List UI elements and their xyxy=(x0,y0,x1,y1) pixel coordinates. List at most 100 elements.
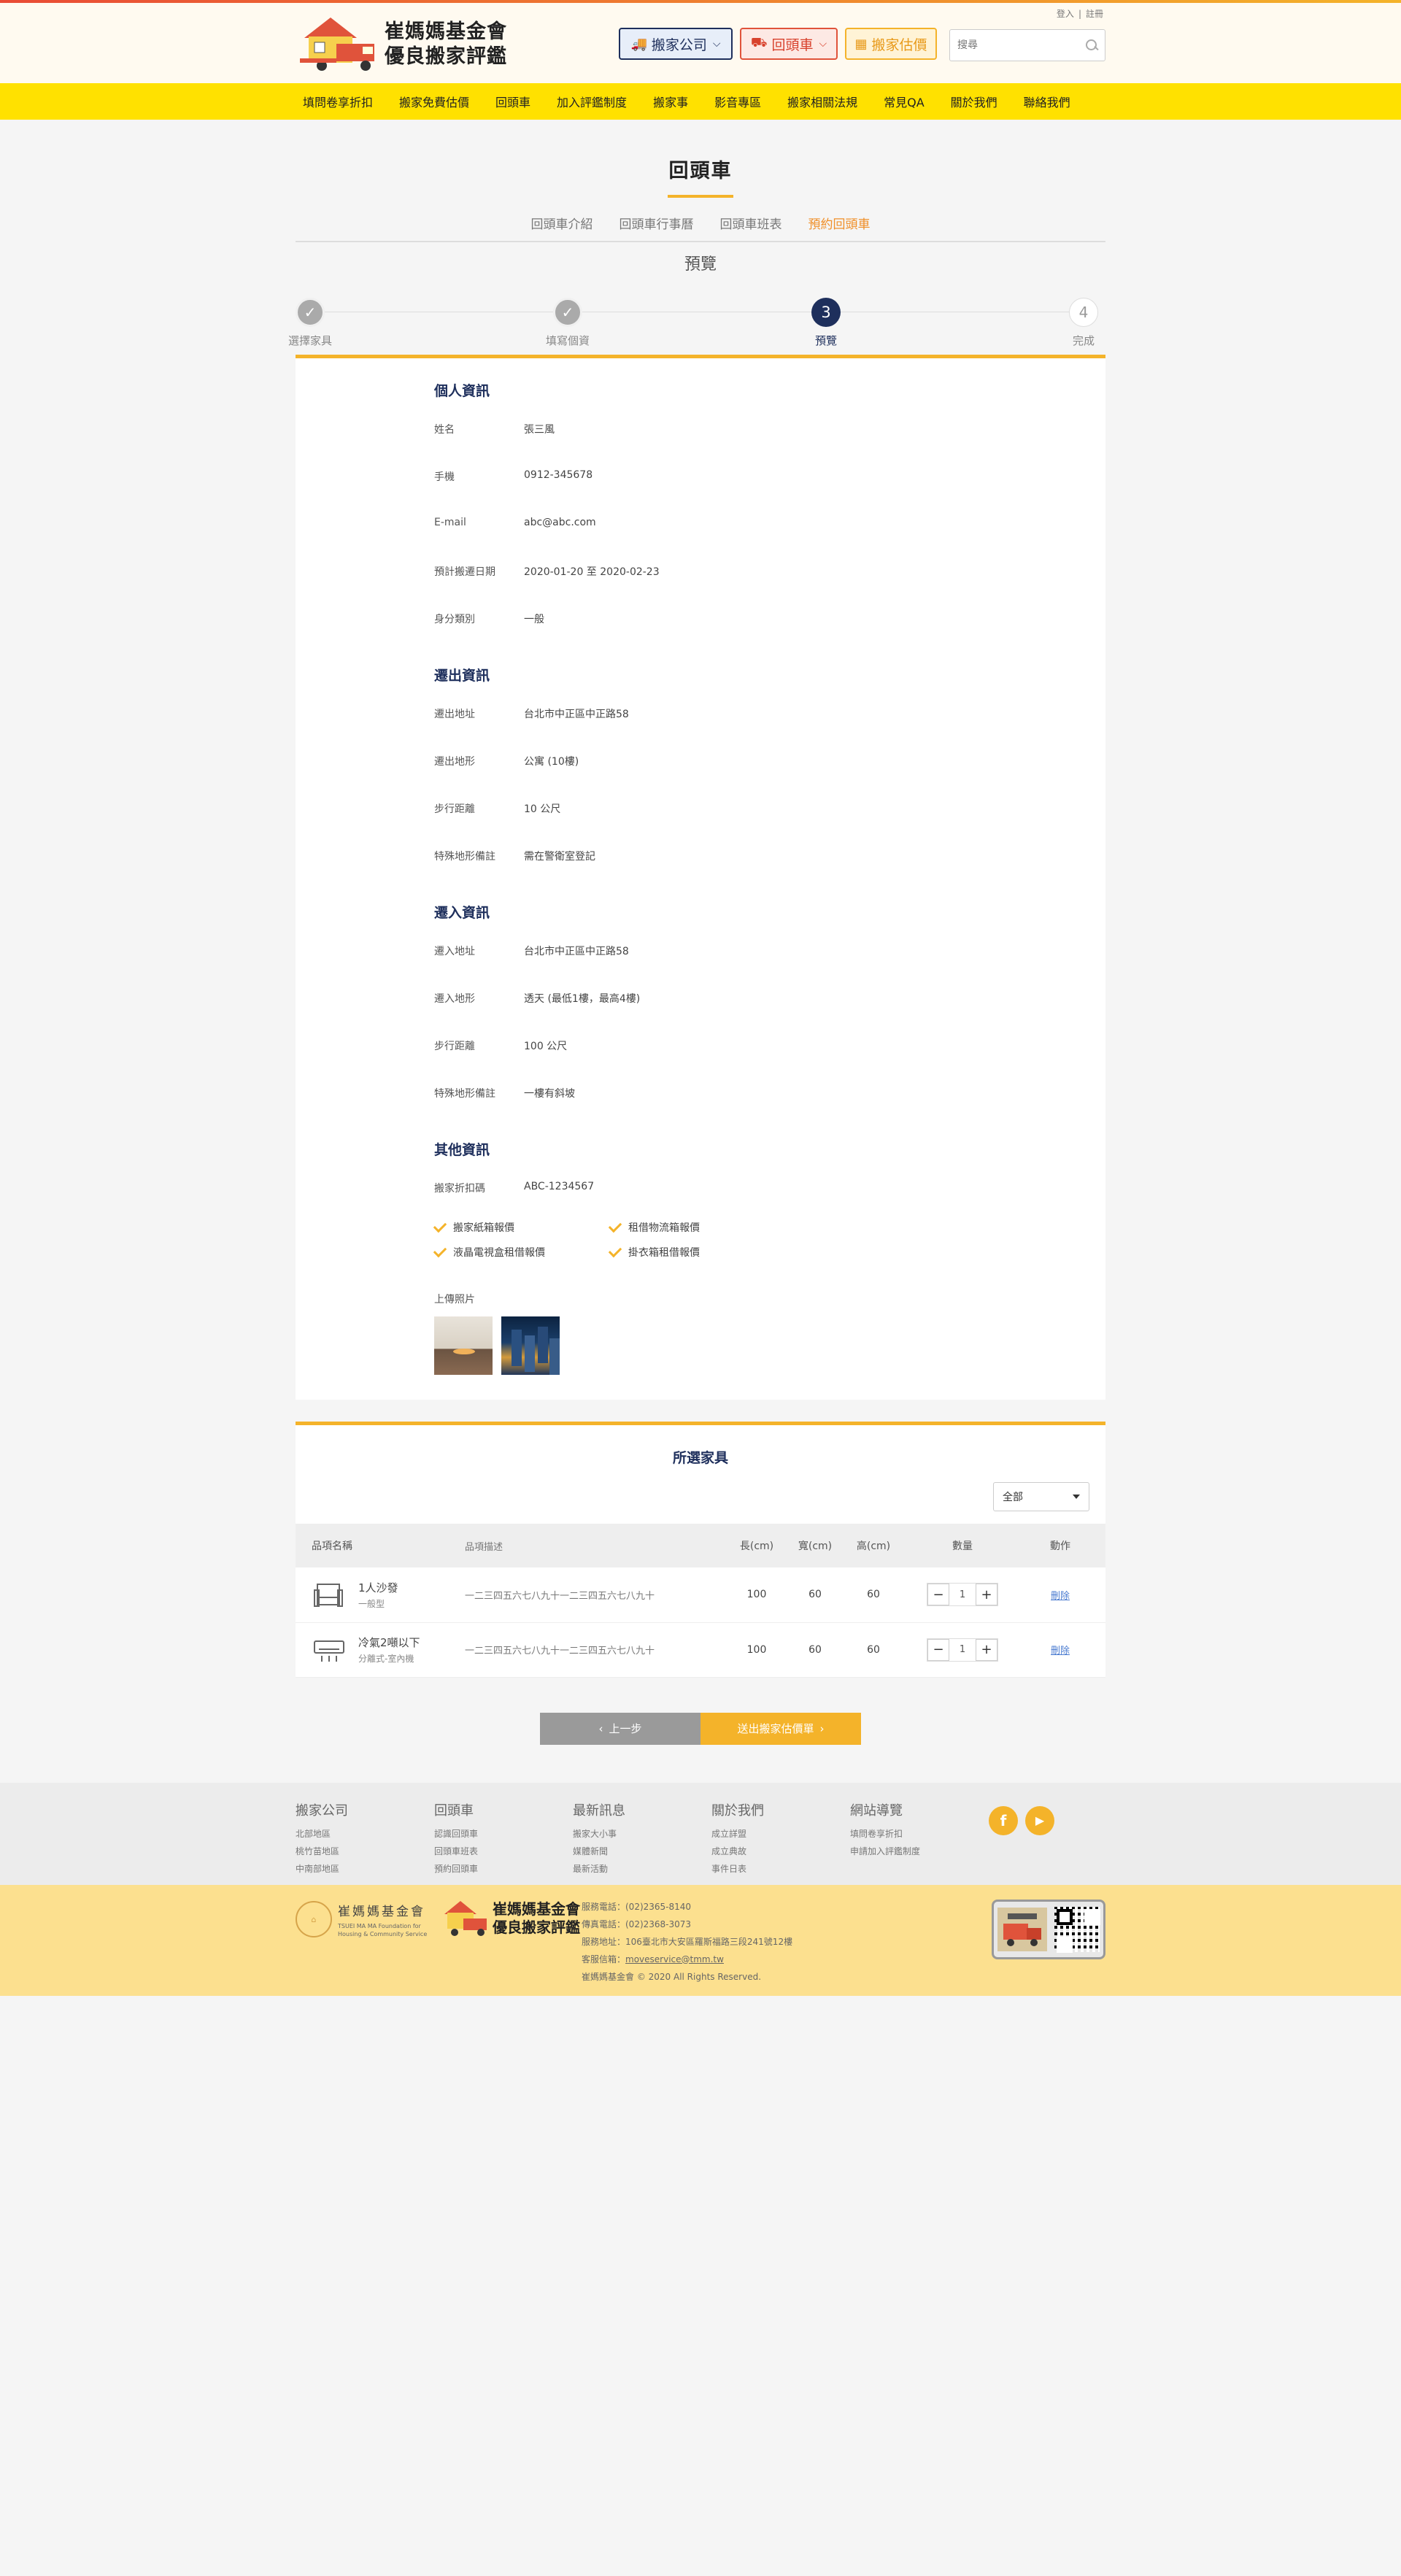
field-value: 公寓 (10樓) xyxy=(524,756,579,768)
footer-link[interactable]: 媒體新聞 xyxy=(573,1843,711,1860)
evaluation-logo[interactable]: 崔媽媽基金會 優良搬家評鑑 xyxy=(441,1900,580,1937)
calculator-icon: ▦ xyxy=(854,36,868,52)
other-info-title: 其他資訊 xyxy=(434,1142,490,1158)
facebook-icon[interactable]: f xyxy=(989,1805,1018,1835)
step-preview: 3 預覽 xyxy=(790,298,862,348)
increment-button[interactable]: + xyxy=(976,1638,997,1661)
info-row-moveout-address: 遷出地址 台北市中正區中正路58 xyxy=(434,706,1105,754)
option-label: 液晶電視盒租借報價 xyxy=(453,1247,545,1259)
tab-return-truck-intro[interactable]: 回頭車介紹 xyxy=(531,214,593,232)
foundation-logo[interactable]: ⌂ 崔媽媽基金會 TSUEI MA MA Foundation for Hous… xyxy=(296,1901,433,1938)
previous-step-button[interactable]: ‹ 上一步 xyxy=(540,1712,700,1745)
info-row-discount-code: 搬家折扣碼 ABC-1234567 xyxy=(434,1181,1105,1216)
tab-book-return-truck[interactable]: 預約回頭車 xyxy=(808,214,871,232)
field-label: 搬家折扣碼 xyxy=(434,1183,485,1195)
youtube-icon[interactable]: ▶ xyxy=(1025,1805,1054,1835)
footer-bottom: ⌂ 崔媽媽基金會 TSUEI MA MA Foundation for Hous… xyxy=(0,1884,1401,1996)
footer-col-sitemap: 網站導覽 填問卷享折扣 申請加入評鑑制度 xyxy=(850,1800,989,1878)
search-input[interactable] xyxy=(957,39,1084,51)
footer-link[interactable]: 北部地區 xyxy=(296,1825,434,1843)
nav-item-regulations[interactable]: 搬家相關法規 xyxy=(774,93,871,110)
nav-item-about[interactable]: 關於我們 xyxy=(938,93,1011,110)
nav-item-survey-discount[interactable]: 填問卷享折扣 xyxy=(296,93,386,110)
estimate-label: 搬家估價 xyxy=(871,36,927,53)
nav-item-return-truck[interactable]: 回頭車 xyxy=(482,93,544,110)
footer-col-title[interactable]: 網站導覽 xyxy=(850,1800,989,1819)
estimate-button[interactable]: ▦ 搬家估價 xyxy=(845,28,937,60)
decrement-button[interactable]: − xyxy=(927,1638,949,1661)
quantity-value[interactable]: 1 xyxy=(949,1644,976,1655)
footer-col-title[interactable]: 回頭車 xyxy=(434,1800,573,1819)
register-link[interactable]: 註冊 xyxy=(1086,9,1103,19)
house-truck-logo-icon xyxy=(296,15,382,74)
field-value: abc@abc.com xyxy=(524,517,596,528)
field-value: 0912-345678 xyxy=(524,469,593,481)
nav-item-moving-matters[interactable]: 搬家事 xyxy=(640,93,701,110)
step-complete: 4 完成 xyxy=(1047,298,1120,348)
nav-item-contact[interactable]: 聯絡我們 xyxy=(1011,93,1084,110)
main-nav: 填問卷享折扣 搬家免費估價 回頭車 加入評鑑制度 搬家事 影音專區 搬家相關法規… xyxy=(0,83,1401,120)
selected-options: 搬家紙箱報價 租借物流箱報價 液晶電視盒租借報價 掛衣箱租借報價 xyxy=(433,1219,1105,1260)
email-link[interactable]: moveservice@tmm.tw xyxy=(625,1954,724,1964)
field-label: 特殊地形備註 xyxy=(434,1088,495,1100)
footer-link[interactable]: 桃竹苗地區 xyxy=(296,1843,434,1860)
return-truck-button[interactable]: ⛟ 回頭車 ⌵ xyxy=(740,28,838,60)
option-tv-box-quote: 液晶電視盒租借報價 xyxy=(433,1243,609,1260)
nav-item-videos[interactable]: 影音專區 xyxy=(701,93,774,110)
field-value: 10 公尺 xyxy=(524,803,561,815)
subtab-divider xyxy=(296,241,1105,242)
qr-code-card[interactable] xyxy=(992,1899,1105,1959)
photo-thumbnail-living-room[interactable] xyxy=(434,1316,493,1375)
footer-link[interactable]: 回頭車班表 xyxy=(434,1843,573,1860)
moving-company-button[interactable]: 🚚 搬家公司 ⌵ xyxy=(619,28,733,60)
col-header-qty: 數量 xyxy=(903,1524,1022,1567)
increment-button[interactable]: + xyxy=(976,1584,997,1606)
delete-link[interactable]: 刪除 xyxy=(1051,1591,1070,1602)
info-row-phone: 手機 0912-345678 xyxy=(434,469,1105,517)
login-link[interactable]: 登入 xyxy=(1057,9,1074,19)
submit-estimate-button[interactable]: 送出搬家估價單 › xyxy=(700,1712,861,1745)
footer-link[interactable]: 搬家大小事 xyxy=(573,1825,711,1843)
photo-thumbnail-city-night[interactable] xyxy=(501,1316,560,1375)
decrement-button[interactable]: − xyxy=(927,1584,949,1606)
qr-code-icon xyxy=(1054,1906,1100,1952)
nav-item-join-evaluation[interactable]: 加入評鑑制度 xyxy=(544,93,640,110)
footer-link[interactable]: 認識回頭車 xyxy=(434,1825,573,1843)
return-truck-label: 回頭車 xyxy=(771,36,814,53)
item-name: 冷氣2噸以下 xyxy=(358,1636,420,1649)
delete-link[interactable]: 刪除 xyxy=(1051,1646,1070,1657)
auth-separator: | xyxy=(1078,9,1081,19)
footer-link[interactable]: 填問卷享折扣 xyxy=(850,1825,989,1843)
site-logo[interactable]: 崔媽媽基金會 優良搬家評鑑 xyxy=(296,15,507,74)
house-truck-logo-icon xyxy=(441,1900,490,1937)
tab-return-truck-schedule[interactable]: 回頭車班表 xyxy=(720,214,782,232)
footer-link[interactable]: 事件日表 xyxy=(711,1860,850,1878)
step-number: 4 xyxy=(1069,298,1098,327)
tab-return-truck-calendar[interactable]: 回頭車行事曆 xyxy=(620,214,694,232)
footer-col-title[interactable]: 關於我們 xyxy=(711,1800,850,1819)
furniture-title: 所選家具 xyxy=(672,1450,728,1466)
caret-down-icon xyxy=(1073,1495,1080,1499)
footer-col-title[interactable]: 搬家公司 xyxy=(296,1800,434,1819)
footer-link[interactable]: 最新活動 xyxy=(573,1860,711,1878)
search-icon[interactable] xyxy=(1084,38,1097,53)
info-row-identity: 身分類別 一般 xyxy=(434,612,1105,659)
footer-link[interactable]: 成立詳盟 xyxy=(711,1825,850,1843)
nav-item-free-estimate[interactable]: 搬家免費估價 xyxy=(386,93,482,110)
footer-link[interactable]: 預約回頭車 xyxy=(434,1860,573,1878)
info-row-moveout-terrain: 遷出地形 公寓 (10樓) xyxy=(434,754,1105,801)
col-header-width: 寬(cm) xyxy=(786,1524,844,1567)
search-box[interactable] xyxy=(949,29,1105,61)
footer-col-title[interactable]: 最新訊息 xyxy=(573,1800,711,1819)
footer-link[interactable]: 成立典故 xyxy=(711,1843,850,1860)
furniture-filter-select[interactable]: 全部 xyxy=(993,1482,1089,1511)
item-width: 60 xyxy=(786,1567,844,1623)
personal-info-title: 個人資訊 xyxy=(434,383,490,399)
quantity-value[interactable]: 1 xyxy=(949,1589,976,1600)
field-label: 遷出地形 xyxy=(434,756,475,768)
footer-link[interactable]: 中南部地區 xyxy=(296,1860,434,1878)
footer-link[interactable]: 申請加入評鑑制度 xyxy=(850,1843,989,1860)
nav-item-faq[interactable]: 常見QA xyxy=(871,93,938,110)
step-label: 選擇家具 xyxy=(287,334,332,347)
item-type: 一般型 xyxy=(358,1598,385,1609)
